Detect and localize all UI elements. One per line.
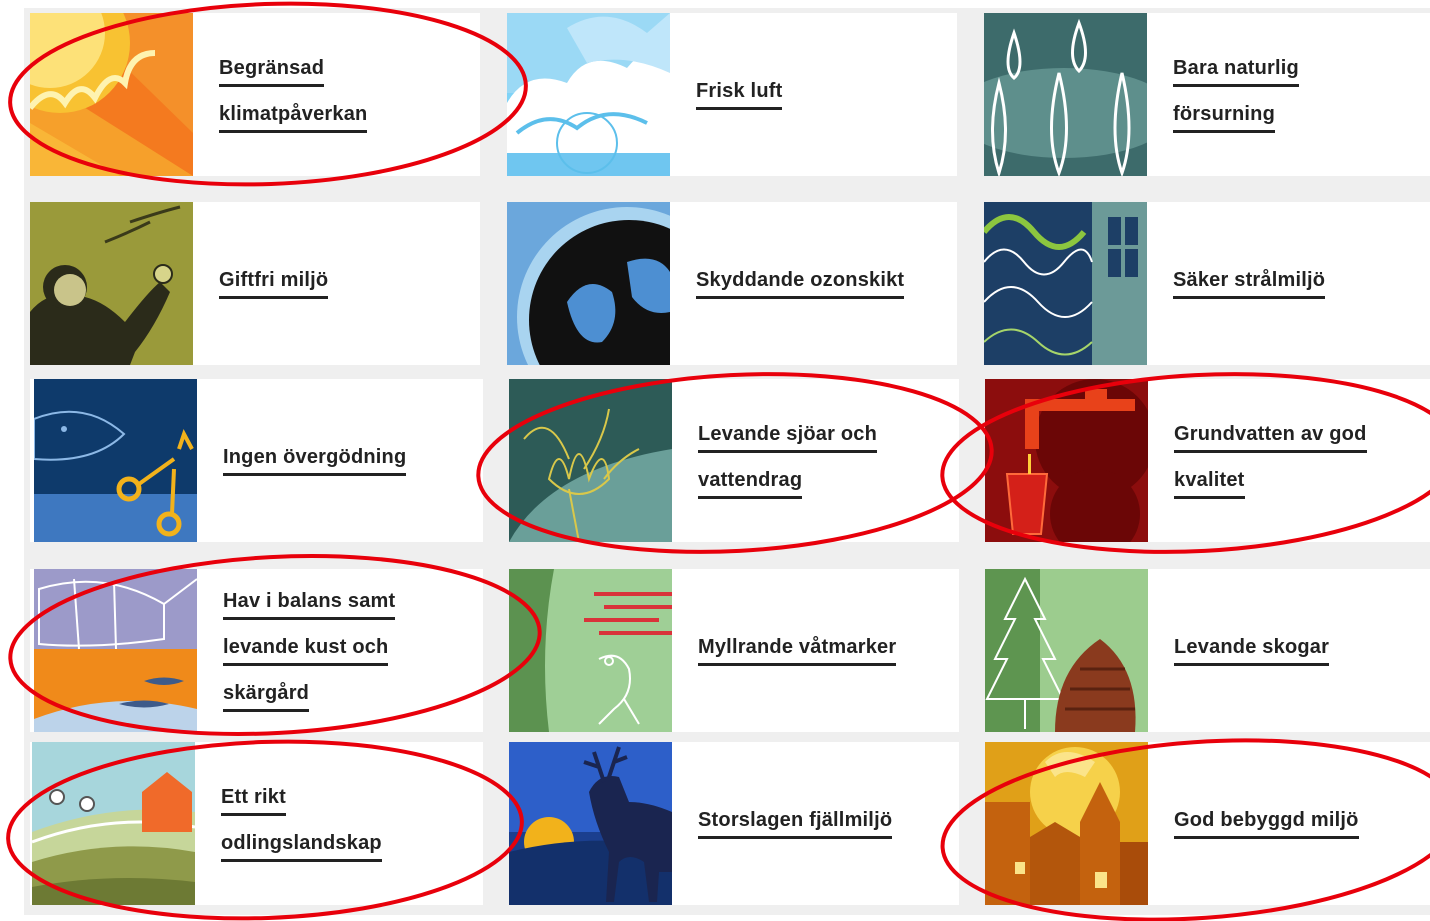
goal-link-line[interactable]: Giftfri miljö — [219, 269, 329, 299]
goal-card-bebyggd[interactable]: God bebyggd miljö — [985, 742, 1430, 905]
goal-title: Hav i balans samt levande kust och skärg… — [223, 590, 396, 712]
farm-fields-icon — [32, 742, 195, 905]
goal-link-line[interactable]: Begränsad — [219, 57, 325, 87]
goal-card-fjall[interactable]: Storslagen fjällmiljö — [509, 742, 959, 905]
goal-link-line[interactable]: Ett rikt — [221, 786, 286, 816]
reindeer-icon — [509, 742, 672, 905]
goal-title: Skyddande ozonskikt — [696, 269, 905, 299]
goal-link-line[interactable]: God bebyggd miljö — [1174, 809, 1359, 839]
goal-card-hav[interactable]: Hav i balans samt levande kust och skärg… — [30, 569, 483, 732]
goal-card-luft[interactable]: Frisk luft — [507, 13, 957, 176]
goal-link-line[interactable]: Myllrande våtmarker — [698, 636, 897, 666]
raindrops-icon — [984, 13, 1147, 176]
goal-title: Myllrande våtmarker — [698, 636, 897, 666]
goal-title: Giftfri miljö — [219, 269, 329, 299]
goal-card-klimat[interactable]: Begränsad klimatpåverkan — [30, 13, 480, 176]
tap-glass-icon — [985, 379, 1148, 542]
goal-link-line[interactable]: klimatpåverkan — [219, 103, 368, 133]
goal-link-line[interactable]: Hav i balans samt — [223, 590, 396, 620]
goal-card-grundvatten[interactable]: Grundvatten av god kvalitet — [985, 379, 1430, 542]
clouds-icon — [507, 13, 670, 176]
goal-title: Levande sjöar och vattendrag — [698, 423, 878, 499]
goal-title: Ett rikt odlingslandskap — [221, 786, 382, 862]
goal-link-line[interactable]: vattendrag — [698, 469, 803, 499]
sun-rays-icon — [30, 13, 193, 176]
goal-title: Levande skogar — [1174, 636, 1330, 666]
goal-title: Grundvatten av god kvalitet — [1174, 423, 1367, 499]
frog-icon — [509, 569, 672, 732]
goal-link-line[interactable]: Grundvatten av god — [1174, 423, 1367, 453]
goal-card-vatmarker[interactable]: Myllrande våtmarker — [509, 569, 959, 732]
goal-link-line[interactable]: Skyddande ozonskikt — [696, 269, 905, 299]
town-sun-icon — [985, 742, 1148, 905]
waves-window-icon — [984, 202, 1147, 365]
goal-link-line[interactable]: Ingen övergödning — [223, 446, 407, 476]
goal-card-odling[interactable]: Ett rikt odlingslandskap — [30, 742, 483, 905]
goal-link-line[interactable]: Bara naturlig — [1173, 57, 1299, 87]
goal-link-line[interactable]: Säker strålmiljö — [1173, 269, 1326, 299]
goal-link-line[interactable]: Levande sjöar och — [698, 423, 878, 453]
fish-molecule-icon — [34, 379, 197, 542]
globe-icon — [507, 202, 670, 365]
tree-cone-icon — [985, 569, 1148, 732]
goal-card-forsurning[interactable]: Bara naturlig försurning — [984, 13, 1430, 176]
goal-card-stral[interactable]: Säker strålmiljö — [984, 202, 1430, 365]
goal-title: Begränsad klimatpåverkan — [219, 57, 368, 133]
goal-title: Frisk luft — [696, 80, 783, 110]
goal-card-sjoar[interactable]: Levande sjöar och vattendrag — [509, 379, 959, 542]
goal-title: Säker strålmiljö — [1173, 269, 1326, 299]
goal-link-line[interactable]: kvalitet — [1174, 469, 1245, 499]
goal-link-line[interactable]: Frisk luft — [696, 80, 783, 110]
goal-card-giftfri[interactable]: Giftfri miljö — [30, 202, 480, 365]
boat-fish-icon — [34, 569, 197, 732]
goal-title: God bebyggd miljö — [1174, 809, 1359, 839]
goal-card-ozon[interactable]: Skyddande ozonskikt — [507, 202, 957, 365]
person-apple-icon — [30, 202, 193, 365]
goal-title: Bara naturlig försurning — [1173, 57, 1299, 133]
goal-card-overgodning[interactable]: Ingen övergödning — [30, 379, 483, 542]
goal-link-line[interactable]: skärgård — [223, 682, 310, 712]
goal-link-line[interactable]: försurning — [1173, 103, 1275, 133]
goal-title: Storslagen fjällmiljö — [698, 809, 893, 839]
goal-card-skogar[interactable]: Levande skogar — [985, 569, 1430, 732]
goal-title: Ingen övergödning — [223, 446, 407, 476]
goal-link-line[interactable]: odlingslandskap — [221, 832, 382, 862]
water-lily-icon — [509, 379, 672, 542]
goal-link-line[interactable]: levande kust och — [223, 636, 389, 666]
goal-link-line[interactable]: Levande skogar — [1174, 636, 1330, 666]
goal-link-line[interactable]: Storslagen fjällmiljö — [698, 809, 893, 839]
